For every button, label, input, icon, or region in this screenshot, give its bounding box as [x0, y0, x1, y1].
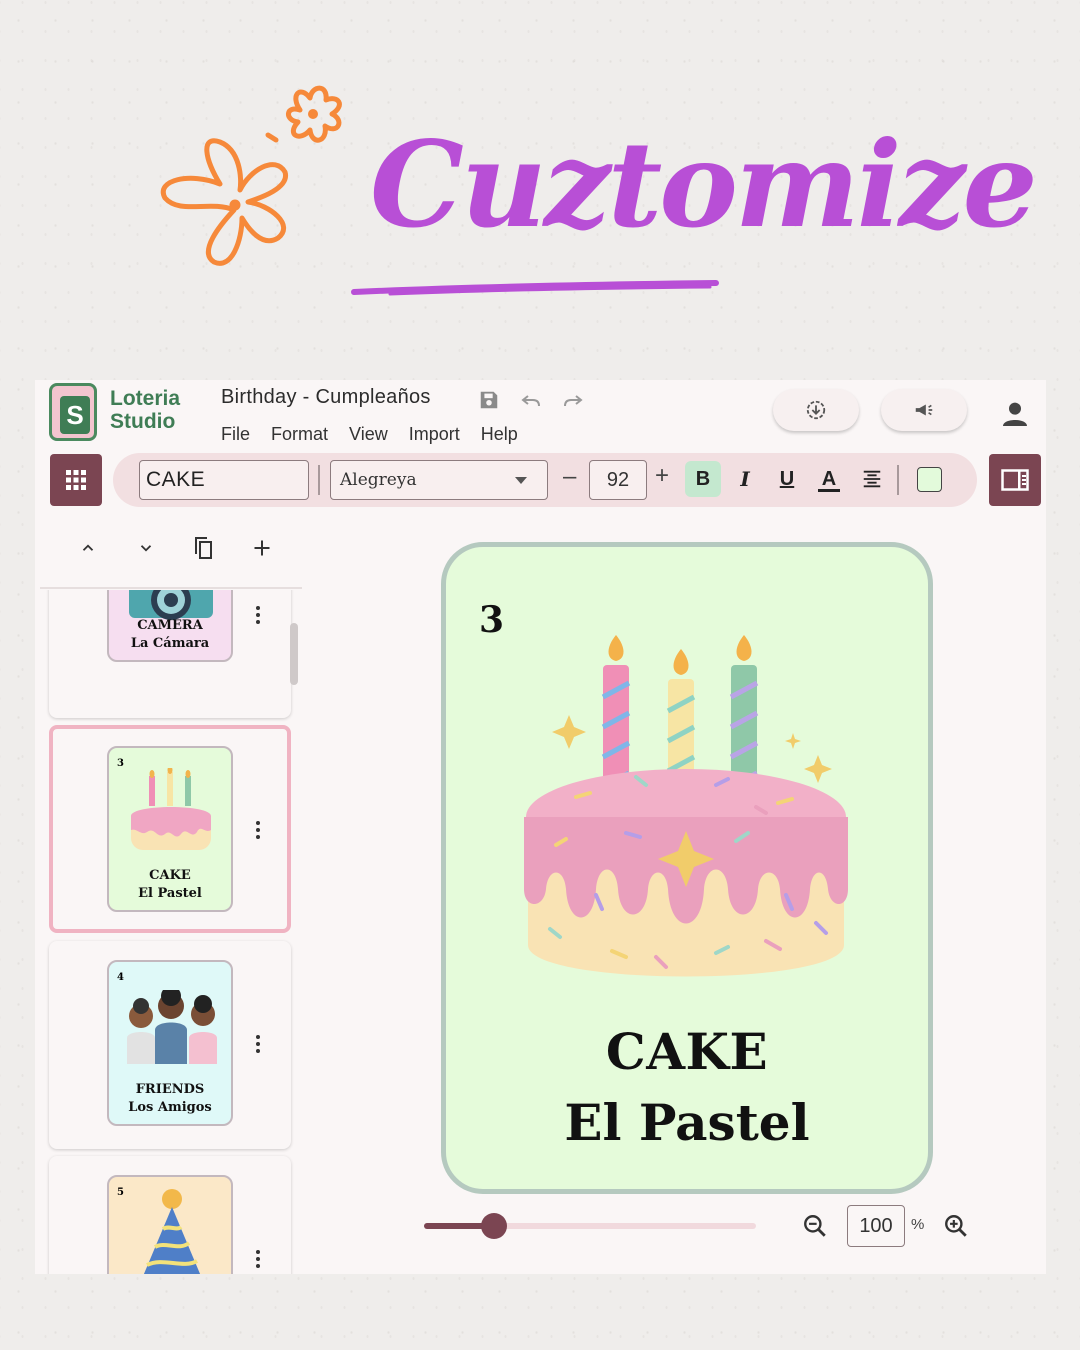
menu-format[interactable]: Format — [271, 424, 328, 445]
menu-help[interactable]: Help — [481, 424, 518, 445]
card-list: CAMERA La Cámara 3 CAKE El Pastel 4 FRIE… — [35, 590, 305, 1274]
logo-letter: S — [60, 396, 90, 434]
font-size-increase[interactable]: + — [655, 462, 669, 490]
side-panel-button[interactable] — [989, 454, 1041, 506]
card-thumbnail: 4 FRIENDS Los Amigos — [107, 960, 233, 1126]
card-english: FRIENDS — [135, 1082, 205, 1097]
card-english: CAMERA — [137, 618, 203, 633]
chevron-up-icon[interactable] — [75, 535, 101, 561]
app-window: S Loteria Studio Birthday - Cumpleaños F… — [35, 380, 1046, 1274]
card-number: 5 — [117, 1187, 124, 1198]
zoom-slider-thumb[interactable] — [480, 1213, 507, 1239]
align-center-icon — [863, 470, 881, 488]
card-number: 4 — [117, 972, 124, 983]
menu-file[interactable]: File — [221, 424, 250, 445]
font-select[interactable]: Alegreya — [330, 460, 548, 500]
zoom-input[interactable]: 100 — [847, 1205, 905, 1247]
text-color-button[interactable]: A — [811, 461, 847, 497]
font-size-input[interactable]: 92 — [589, 460, 647, 500]
toolbar-divider — [318, 465, 320, 495]
cake-illustration[interactable] — [516, 627, 856, 1007]
format-toolbar: CAKE Alegreya – 92 + B I U A — [113, 453, 977, 507]
card-thumbnail: CAMERA La Cámara — [107, 590, 233, 662]
canvas-card-spanish[interactable]: El Pastel — [446, 1093, 928, 1152]
zoom-out-icon[interactable] — [802, 1213, 828, 1239]
plus-icon[interactable] — [249, 535, 275, 561]
menu-import[interactable]: Import — [409, 424, 460, 445]
flowers-icon — [160, 85, 342, 266]
canvas-card-english[interactable]: CAKE — [446, 1022, 928, 1081]
hero-title: Cuztomize — [370, 115, 1038, 254]
card-list-scrollbar[interactable] — [290, 623, 298, 685]
more-vert-icon[interactable] — [255, 606, 261, 626]
card-number: 3 — [117, 758, 124, 769]
friends-icon — [127, 990, 217, 1064]
zoom-in-icon[interactable] — [943, 1213, 969, 1239]
megaphone-icon — [915, 404, 933, 416]
zoom-slider-track[interactable] — [424, 1223, 756, 1229]
logo-line-2: Studio — [110, 410, 176, 433]
toolbar-divider — [897, 465, 899, 495]
title-actions — [477, 388, 585, 412]
side-panel-icon — [1001, 469, 1029, 491]
canvas-card[interactable]: 3 CAKE El Pastel — [441, 542, 933, 1194]
more-vert-icon[interactable] — [255, 1250, 261, 1270]
underline-button[interactable]: U — [769, 461, 805, 497]
card-spanish: La Cámara — [130, 636, 210, 651]
logo-line-1: Loteria — [110, 387, 181, 410]
grid-icon — [66, 470, 86, 490]
hero-underline — [351, 280, 719, 296]
card-slot[interactable]: 4 FRIENDS Los Amigos — [49, 941, 291, 1149]
redo-icon[interactable] — [561, 388, 585, 412]
card-list-actions — [75, 535, 275, 561]
menu-bar: File Format View Import Help — [221, 424, 518, 445]
download-button[interactable] — [773, 389, 859, 431]
undo-icon[interactable] — [519, 388, 543, 412]
card-thumbnail: 3 CAKE El Pastel — [107, 746, 233, 912]
card-thumbnail: 5 — [107, 1175, 233, 1274]
fill-color-swatch[interactable] — [917, 467, 942, 492]
card-spanish: El Pastel — [138, 886, 202, 901]
save-icon[interactable] — [477, 388, 501, 412]
document-title[interactable]: Birthday - Cumpleaños — [221, 386, 431, 409]
menu-view[interactable]: View — [349, 424, 388, 445]
dropdown-caret-icon — [515, 477, 527, 484]
font-select-value: Alegreya — [340, 470, 417, 490]
grid-view-button[interactable] — [50, 454, 102, 506]
canvas-card-number[interactable]: 3 — [479, 599, 504, 641]
card-slot[interactable]: CAMERA La Cámara — [49, 590, 291, 718]
font-size-decrease[interactable]: – — [563, 463, 576, 491]
sidebar-divider — [40, 587, 302, 589]
account-icon[interactable] — [999, 398, 1031, 430]
card-english: CAKE — [149, 868, 191, 883]
zoom-unit: % — [911, 1216, 925, 1233]
bold-button[interactable]: B — [685, 461, 721, 497]
copy-icon[interactable] — [191, 535, 217, 561]
logo-text: Loteria Studio — [110, 387, 200, 433]
chevron-down-icon[interactable] — [133, 535, 159, 561]
card-spanish: Los Amigos — [128, 1100, 212, 1115]
more-vert-icon[interactable] — [255, 1035, 261, 1055]
more-vert-icon[interactable] — [255, 821, 261, 841]
cake-icon — [131, 768, 211, 850]
text-color-label: A — [821, 468, 837, 490]
download-icon — [806, 400, 826, 420]
app-logo: S — [49, 383, 97, 441]
italic-button[interactable]: I — [727, 461, 763, 497]
card-slot[interactable]: 5 — [49, 1156, 291, 1274]
announce-button[interactable] — [881, 389, 967, 431]
card-slot-selected[interactable]: 3 CAKE El Pastel — [49, 725, 291, 933]
card-text-input[interactable]: CAKE — [139, 460, 309, 500]
align-center-button[interactable] — [854, 461, 890, 497]
party-hat-icon — [143, 1189, 201, 1274]
